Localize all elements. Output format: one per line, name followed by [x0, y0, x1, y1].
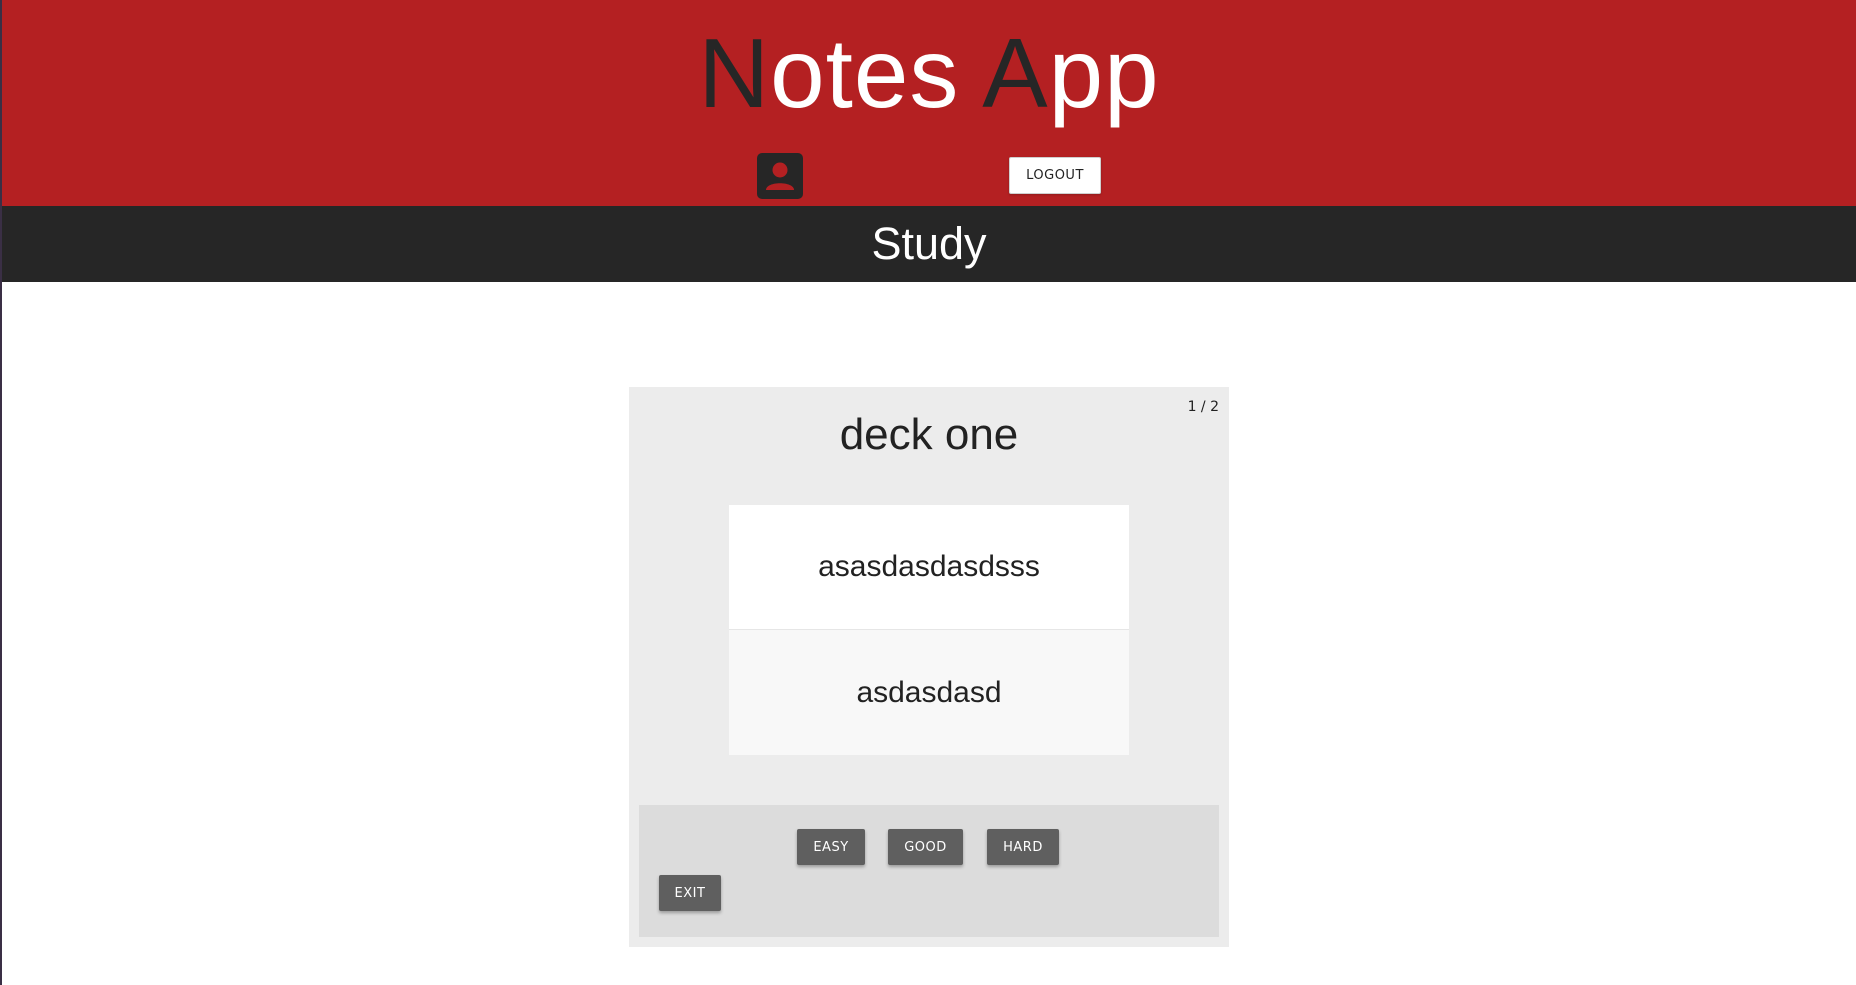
study-controls: EASY GOOD HARD EXIT: [639, 805, 1219, 937]
card-back-text: asdasdasd: [729, 630, 1129, 755]
section-bar: Study: [2, 206, 1856, 282]
easy-button[interactable]: EASY: [797, 829, 865, 865]
section-title: Study: [871, 218, 987, 269]
app-title-initial-n: N: [698, 18, 771, 128]
card-front-text: asasdasdasdsss: [729, 505, 1129, 630]
account-icon-graphic: [766, 162, 794, 190]
page: Notes App LOGOUT Study 1 / 2 deck one as…: [0, 0, 1856, 985]
good-button[interactable]: GOOD: [888, 829, 963, 865]
app-title: Notes App: [2, 18, 1856, 128]
flashcard: asasdasdasdsss asdasdasd: [729, 505, 1129, 755]
app-header: Notes App LOGOUT: [2, 0, 1856, 206]
study-panel: 1 / 2 deck one asasdasdasdsss asdasdasd …: [629, 387, 1229, 947]
logout-button[interactable]: LOGOUT: [1009, 157, 1101, 194]
hard-button[interactable]: HARD: [987, 829, 1059, 865]
exit-button[interactable]: EXIT: [659, 875, 721, 911]
app-title-initial-a: A: [982, 18, 1049, 128]
app-title-part-two: pp: [1048, 18, 1160, 128]
app-title-part-one: otes: [770, 18, 983, 128]
account-box-icon[interactable]: [757, 153, 803, 199]
deck-title: deck one: [839, 410, 1019, 459]
